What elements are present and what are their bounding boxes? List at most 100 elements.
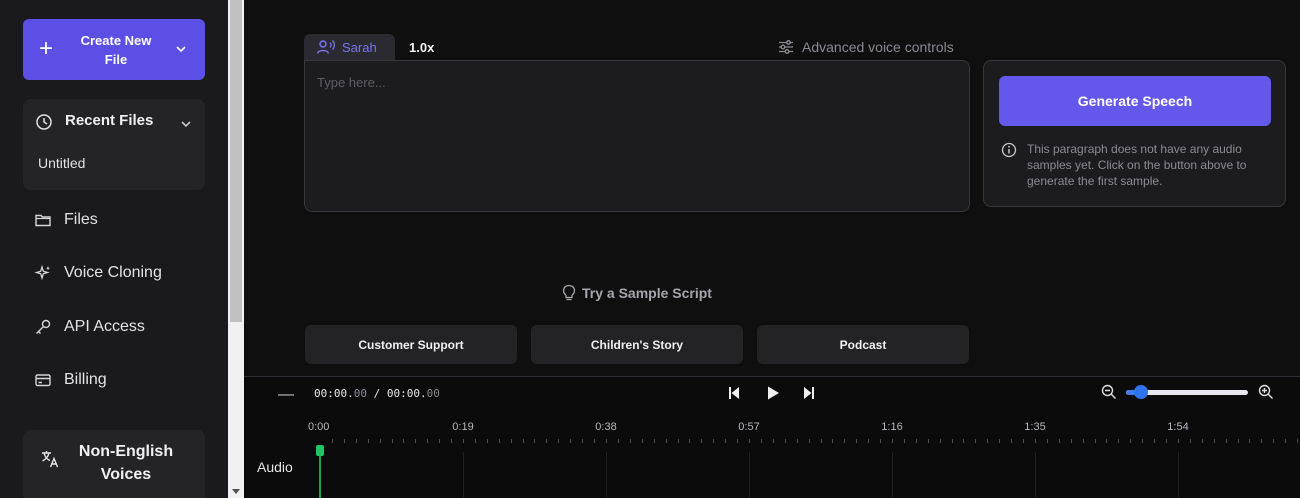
- ruler-tick: [642, 439, 643, 443]
- generate-panel: Generate Speech This paragraph does not …: [983, 60, 1286, 207]
- skip-forward-icon[interactable]: [802, 385, 816, 401]
- ruler-tick: [523, 439, 524, 443]
- no-samples-message: This paragraph does not have any audio s…: [1027, 142, 1247, 188]
- ruler-tick: [725, 439, 726, 443]
- script-text-area[interactable]: Type here...: [304, 60, 970, 212]
- ruler-tick: [606, 439, 607, 443]
- ruler-tick: [1226, 439, 1227, 443]
- sidebar-item-label: API Access: [64, 318, 145, 335]
- ruler-tick: [832, 439, 833, 443]
- ruler-label: 1:16: [881, 421, 903, 433]
- ruler-tick: [856, 439, 857, 443]
- ruler-tick: [1130, 439, 1131, 443]
- ruler-label: 0:00: [308, 421, 330, 433]
- audio-track-label: Audio: [257, 459, 293, 475]
- clock-icon: [36, 114, 52, 130]
- sample-script-heading: Try a Sample Script: [562, 284, 712, 302]
- play-icon[interactable]: [765, 385, 781, 401]
- ruler-tick: [392, 439, 393, 443]
- ruler-tick: [534, 439, 535, 443]
- sample-podcast-button[interactable]: Podcast: [757, 325, 969, 364]
- ruler-gridline: [1035, 452, 1036, 498]
- ruler-tick: [332, 439, 333, 443]
- folder-icon: [35, 214, 51, 227]
- ruler-tick: [380, 439, 381, 443]
- ruler-label: 0:38: [595, 421, 617, 433]
- ruler-tick: [1083, 439, 1084, 443]
- ruler-tick: [761, 439, 762, 443]
- sample-childrens-story-button[interactable]: Children's Story: [531, 325, 743, 364]
- ruler-tick: [963, 439, 964, 443]
- ruler-gridline: [463, 452, 464, 498]
- sparkles-icon: [34, 264, 50, 281]
- collapse-timeline-button[interactable]: —: [278, 386, 294, 404]
- ruler-tick: [821, 439, 822, 443]
- skip-back-icon[interactable]: [727, 385, 741, 401]
- ruler-gridline: [606, 452, 607, 498]
- ruler-tick: [546, 439, 547, 443]
- ruler-tick: [415, 439, 416, 443]
- ruler-tick: [773, 439, 774, 443]
- generate-speech-button[interactable]: Generate Speech: [999, 76, 1271, 126]
- ruler-tick: [403, 439, 404, 443]
- chevron-down-icon[interactable]: [180, 118, 192, 130]
- ruler-label: 1:35: [1024, 421, 1046, 433]
- advanced-voice-controls-button[interactable]: Advanced voice controls: [778, 39, 954, 55]
- ruler-tick: [594, 439, 595, 443]
- recent-files-panel: Recent Files Untitled: [23, 99, 205, 190]
- sidebar-item-voice-cloning[interactable]: Voice Cloning: [34, 262, 162, 284]
- current-time-ms: 00: [353, 387, 367, 400]
- ruler-tick: [880, 439, 881, 443]
- ruler-tick: [928, 439, 929, 443]
- ruler-tick: [952, 439, 953, 443]
- key-icon: [36, 319, 51, 334]
- chevron-down-icon[interactable]: [175, 43, 187, 55]
- advanced-voice-controls-label: Advanced voice controls: [802, 39, 954, 55]
- sample-customer-support-button[interactable]: Customer Support: [305, 325, 517, 364]
- zoom-slider-handle[interactable]: [1133, 385, 1148, 399]
- sidebar-item-billing[interactable]: Billing: [34, 369, 107, 391]
- ruler-gridline: [1178, 452, 1179, 498]
- ruler-tick: [868, 439, 869, 443]
- ruler-tick: [701, 439, 702, 443]
- scroll-down-arrow-icon[interactable]: [232, 489, 240, 494]
- sidebar-item-label: Billing: [64, 371, 107, 388]
- ruler-tick: [1273, 439, 1274, 443]
- create-new-file-button[interactable]: + Create New File: [23, 19, 205, 80]
- ruler-tick: [356, 439, 357, 443]
- zoom-in-icon[interactable]: [1258, 384, 1274, 400]
- ruler-tick: [368, 439, 369, 443]
- ruler-label: 1:54: [1167, 421, 1189, 433]
- playhead-handle[interactable]: [316, 445, 324, 456]
- sidebar-item-label: Files: [64, 211, 98, 228]
- total-time: 00:00.: [386, 387, 427, 400]
- non-english-voices-button[interactable]: Non-English Voices: [23, 430, 205, 498]
- sidebar-item-api-access[interactable]: API Access: [34, 316, 145, 338]
- sidebar-scrollbar[interactable]: [228, 0, 244, 498]
- ruler-tick: [1142, 439, 1143, 443]
- voice-selector-tab[interactable]: Sarah: [304, 34, 395, 60]
- ruler-tick: [1106, 439, 1107, 443]
- zoom-out-icon[interactable]: [1101, 384, 1117, 400]
- timecode-display: 00:00.00 / 00:00.00: [314, 387, 440, 400]
- ruler-tick: [499, 439, 500, 443]
- ruler-tick: [1154, 439, 1155, 443]
- zoom-slider[interactable]: [1126, 385, 1248, 399]
- ruler-tick: [1190, 439, 1191, 443]
- speed-selector[interactable]: 1.0x: [409, 40, 434, 55]
- ruler-tick: [1297, 439, 1298, 443]
- ruler-tick: [1178, 439, 1179, 443]
- ruler-tick: [713, 439, 714, 443]
- ruler-tick: [1118, 439, 1119, 443]
- ruler-tick: [344, 439, 345, 443]
- recent-file-item[interactable]: Untitled: [38, 155, 85, 171]
- ruler-tick: [427, 439, 428, 443]
- recent-files-title[interactable]: Recent Files: [65, 112, 153, 129]
- voice-name: Sarah: [342, 39, 377, 55]
- sidebar-item-files[interactable]: Files: [34, 209, 98, 231]
- ruler-tick: [785, 439, 786, 443]
- ruler-tick: [737, 439, 738, 443]
- scrollbar-thumb[interactable]: [230, 0, 242, 322]
- ruler-tick: [1261, 439, 1262, 443]
- ruler-tick: [1047, 439, 1048, 443]
